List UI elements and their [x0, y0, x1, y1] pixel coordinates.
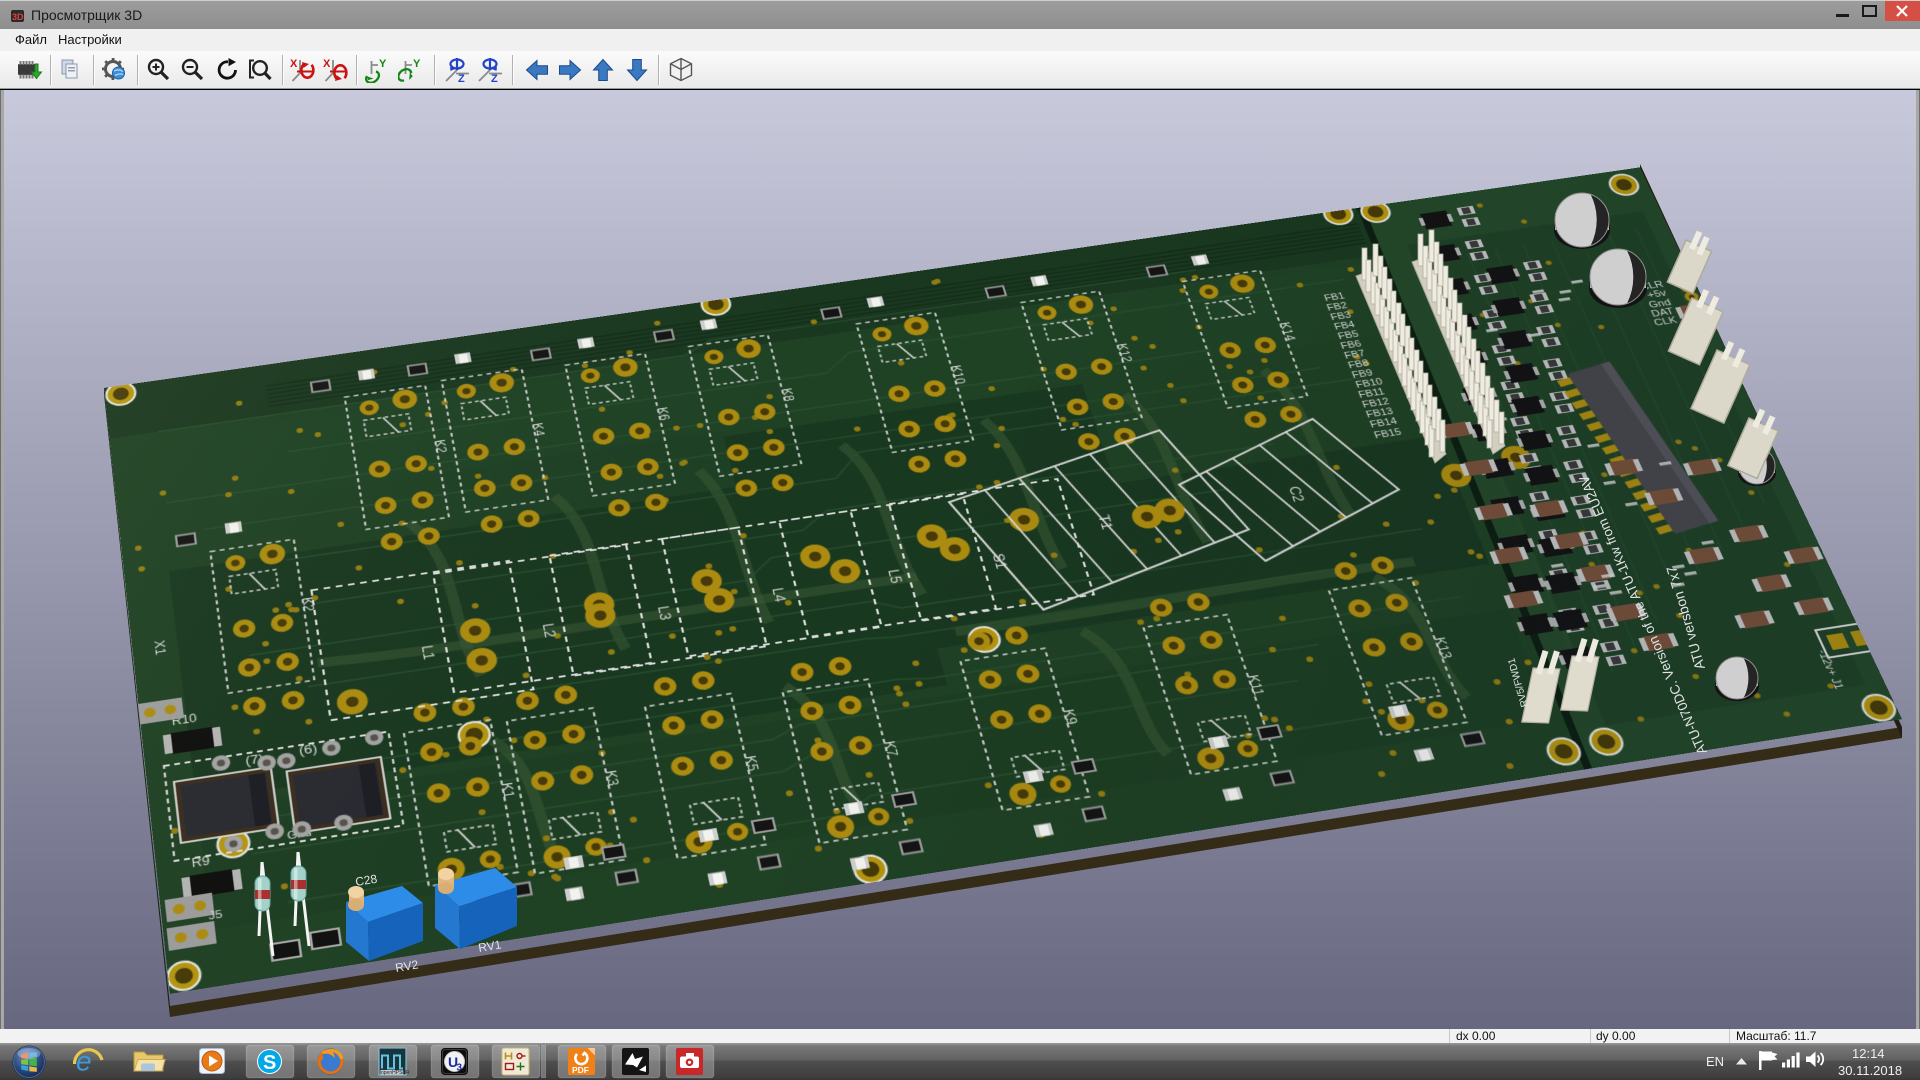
svg-text:12:14: 12:14 — [1852, 1046, 1885, 1061]
svg-text:Z: Z — [458, 73, 465, 85]
svg-text:ATU versbon 7x7: ATU versbon 7x7 — [1663, 564, 1708, 672]
svg-text:RV5/FWD1: RV5/FWD1 — [1506, 656, 1531, 708]
svg-text:EN: EN — [1706, 1054, 1724, 1069]
svg-text:X: X — [323, 58, 331, 70]
svg-text:X: X — [290, 58, 298, 70]
svg-text:C28: C28 — [354, 872, 378, 889]
svg-text:Z: Z — [491, 73, 498, 85]
svg-text:RV1: RV1 — [477, 937, 502, 954]
svg-text:Y: Y — [379, 58, 387, 70]
svg-text:30.11.2018: 30.11.2018 — [1838, 1063, 1902, 1078]
svg-text:3D: 3D — [12, 12, 24, 22]
svg-text:RV2: RV2 — [394, 957, 419, 974]
svg-text:Y: Y — [413, 58, 421, 70]
